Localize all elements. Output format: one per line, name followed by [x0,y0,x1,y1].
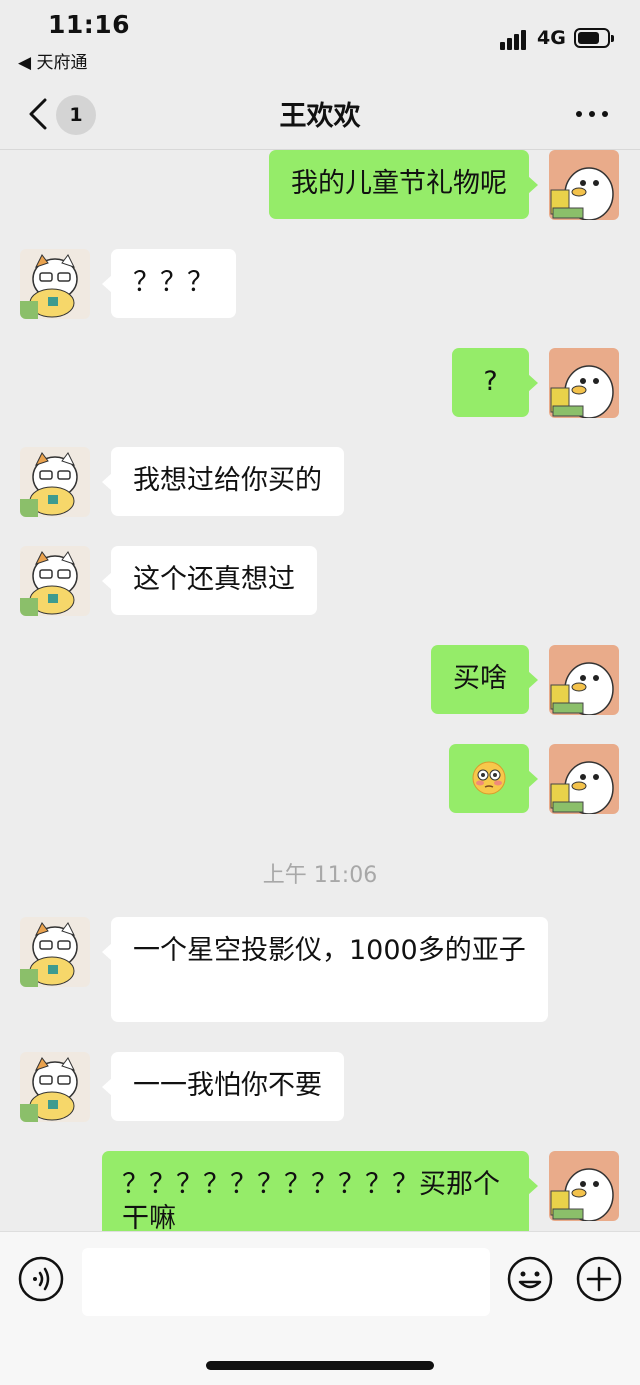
duck-avatar-icon [550,761,614,814]
message-timestamp: 上午 11:06 [262,863,378,888]
my-avatar[interactable] [549,150,619,220]
battery-level [578,32,599,44]
dot-icon [589,111,595,117]
message-text: 我的儿童节礼物呢 [291,168,507,199]
my-avatar[interactable] [549,1151,619,1221]
message-text: 这个还真想过 [133,564,295,595]
cat-avatar-icon [20,1057,78,1122]
emoji-button[interactable] [507,1256,553,1302]
contact-avatar[interactable] [20,917,90,987]
message-text: ？？？？？？？？？？？买那个干嘛 [122,1169,500,1231]
input-bar [0,1231,640,1385]
message-list[interactable]: 我的儿童节礼物呢 ？？？ ? 我想过给你买的 这个还真想过 买啥 上午 11:0… [0,150,640,1231]
message-bubble[interactable]: 一一我怕你不要 [102,1052,344,1121]
message-bubble[interactable]: ？？？？？？？？？？？买那个干嘛 [102,1151,538,1231]
message-text: 一一我怕你不要 [133,1070,322,1101]
plus-icon [576,1256,622,1302]
my-avatar[interactable] [549,645,619,715]
duck-avatar-icon [550,365,614,418]
message-bubble[interactable]: ？？？ [102,249,236,318]
smiley-icon [507,1256,553,1302]
cat-avatar-icon [20,254,78,319]
duck-avatar-icon [550,1168,614,1221]
message-text: 我想过给你买的 [133,465,322,496]
cellular-signal-icon [500,28,530,50]
dot-icon [602,111,608,117]
message-text: ？？？ [133,267,214,298]
dot-icon [576,111,582,117]
message-text: ? [483,366,498,397]
message-text: 一个星空投影仪，1000多的亚子 [133,935,526,966]
my-avatar[interactable] [549,744,619,814]
message-bubble[interactable]: ? [452,348,538,417]
network-type: 4G [537,27,566,49]
message-bubble[interactable]: 一个星空投影仪，1000多的亚子 [102,917,548,1022]
chat-title: 王欢欢 [279,101,361,132]
message-bubble[interactable]: 我的儿童节礼物呢 [269,150,538,219]
flushed-face-emoji [472,761,506,795]
back-button[interactable]: 1 [22,92,102,136]
message-bubble[interactable]: 我想过给你买的 [102,447,344,516]
battery-cap [611,35,614,42]
status-time: 11:16 [48,10,131,39]
message-bubble[interactable]: 这个还真想过 [102,546,317,615]
chat-header: 1 王欢欢 [0,78,640,150]
contact-avatar[interactable] [20,447,90,517]
voice-icon [18,1256,64,1302]
more-functions-button[interactable] [576,1256,622,1302]
home-indicator[interactable] [206,1361,434,1370]
status-bar: 11:16 ◀ 天府通 4G [0,0,640,78]
message-bubble[interactable] [449,744,538,813]
more-options-button[interactable] [570,94,614,134]
contact-avatar[interactable] [20,546,90,616]
message-bubble[interactable]: 买啥 [431,645,538,714]
cat-avatar-icon [20,452,78,517]
cat-avatar-icon [20,922,78,987]
back-to-app-link[interactable]: ◀ 天府通 [18,48,87,73]
my-avatar[interactable] [549,348,619,418]
message-text: 买啥 [453,663,507,694]
contact-avatar[interactable] [20,1052,90,1122]
contact-avatar[interactable] [20,249,90,319]
message-input[interactable] [82,1248,490,1316]
cat-avatar-icon [20,551,78,616]
battery-icon [574,28,614,48]
duck-avatar-icon [550,167,614,220]
voice-input-button[interactable] [18,1256,64,1302]
chevron-left-icon [29,98,47,130]
unread-count-badge: 1 [56,95,96,135]
duck-avatar-icon [550,662,614,715]
